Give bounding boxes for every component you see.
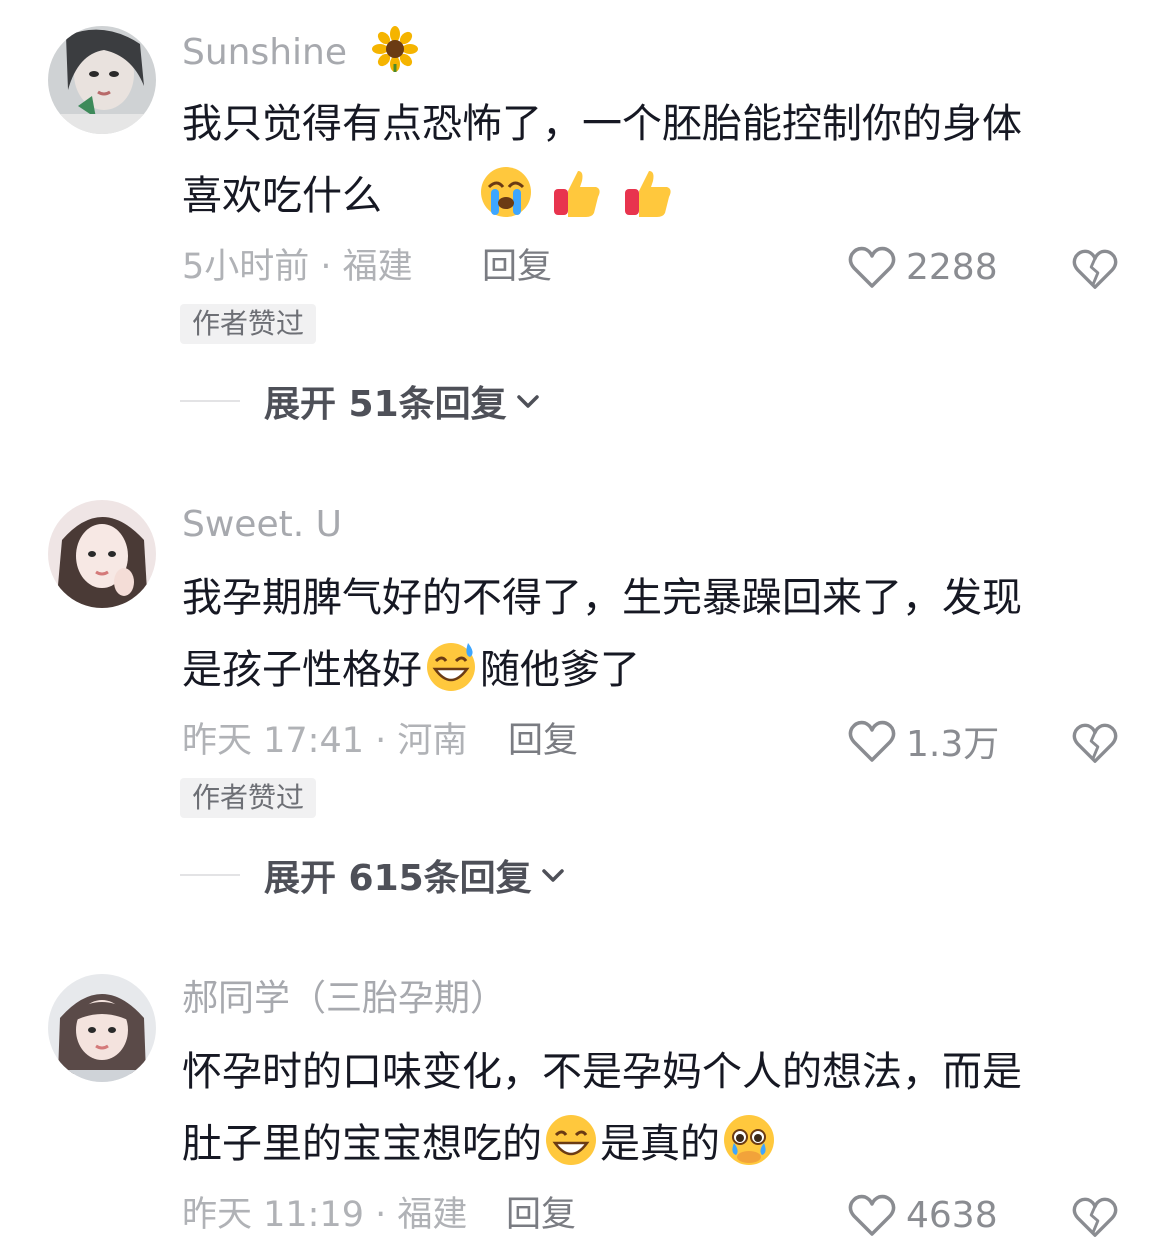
- avatar[interactable]: [48, 26, 156, 134]
- crying-face-icon: [481, 167, 532, 217]
- like-button[interactable]: 1.3万: [848, 716, 999, 766]
- expand-replies-button[interactable]: 展开 615条回复: [180, 850, 566, 900]
- chevron-down-icon: [516, 395, 539, 408]
- broken-heart-icon[interactable]: [1072, 246, 1118, 292]
- comment-meta: 昨天 11:19 · 福建: [182, 1195, 468, 1235]
- like-count: 1.3万: [906, 724, 1000, 765]
- broken-heart-icon[interactable]: [1072, 1194, 1118, 1240]
- chevron-down-icon: [541, 869, 564, 882]
- comment-meta: 昨天 17:41 · 河南: [182, 721, 468, 761]
- comment-text: 我只觉得有点恐怖了，一个胚胎能控制你的身体 喜欢吃什么: [182, 101, 1022, 219]
- grinning-sweat-icon: [427, 643, 475, 691]
- tearful-face-icon: [724, 1115, 774, 1165]
- heart-icon: [848, 246, 896, 288]
- broken-heart-icon[interactable]: [1072, 720, 1118, 766]
- thumbs-up-icon: [554, 171, 600, 217]
- avatar[interactable]: [48, 500, 156, 608]
- sunflower-icon: [372, 26, 419, 72]
- author-liked-badge: 作者赞过: [180, 304, 317, 344]
- comment-meta: 5小时前 · 福建: [182, 247, 413, 287]
- divider: [180, 874, 240, 876]
- reply-button[interactable]: 回复: [506, 1190, 576, 1240]
- username[interactable]: Sunshine: [182, 26, 419, 78]
- heart-icon: [848, 720, 896, 762]
- grinning-face-icon: [546, 1115, 596, 1165]
- reply-button[interactable]: 回复: [482, 242, 552, 292]
- comment-text: 怀孕时的口味变化，不是孕妈个人的想法，而是 肚子里的宝宝想吃的 是真的: [182, 1049, 1022, 1167]
- like-button[interactable]: 4638: [848, 1190, 998, 1240]
- expand-replies-button[interactable]: 展开 51条回复: [180, 376, 541, 426]
- like-count: 2288: [906, 246, 998, 288]
- like-count: 4638: [906, 1194, 998, 1236]
- like-button[interactable]: 2288: [848, 242, 998, 292]
- username[interactable]: Sweet. U: [182, 500, 342, 550]
- reply-button[interactable]: 回复: [508, 716, 578, 766]
- author-liked-badge: 作者赞过: [180, 778, 317, 818]
- heart-icon: [848, 1194, 896, 1236]
- thumbs-up-icon: [624, 171, 671, 217]
- divider: [180, 400, 240, 402]
- username[interactable]: 郝同学（三胎孕期）: [182, 974, 506, 1024]
- comment-text: 我孕期脾气好的不得了，生完暴躁回来了，发现 是孩子性格好 随他爹了: [182, 575, 1022, 693]
- avatar[interactable]: [48, 974, 156, 1082]
